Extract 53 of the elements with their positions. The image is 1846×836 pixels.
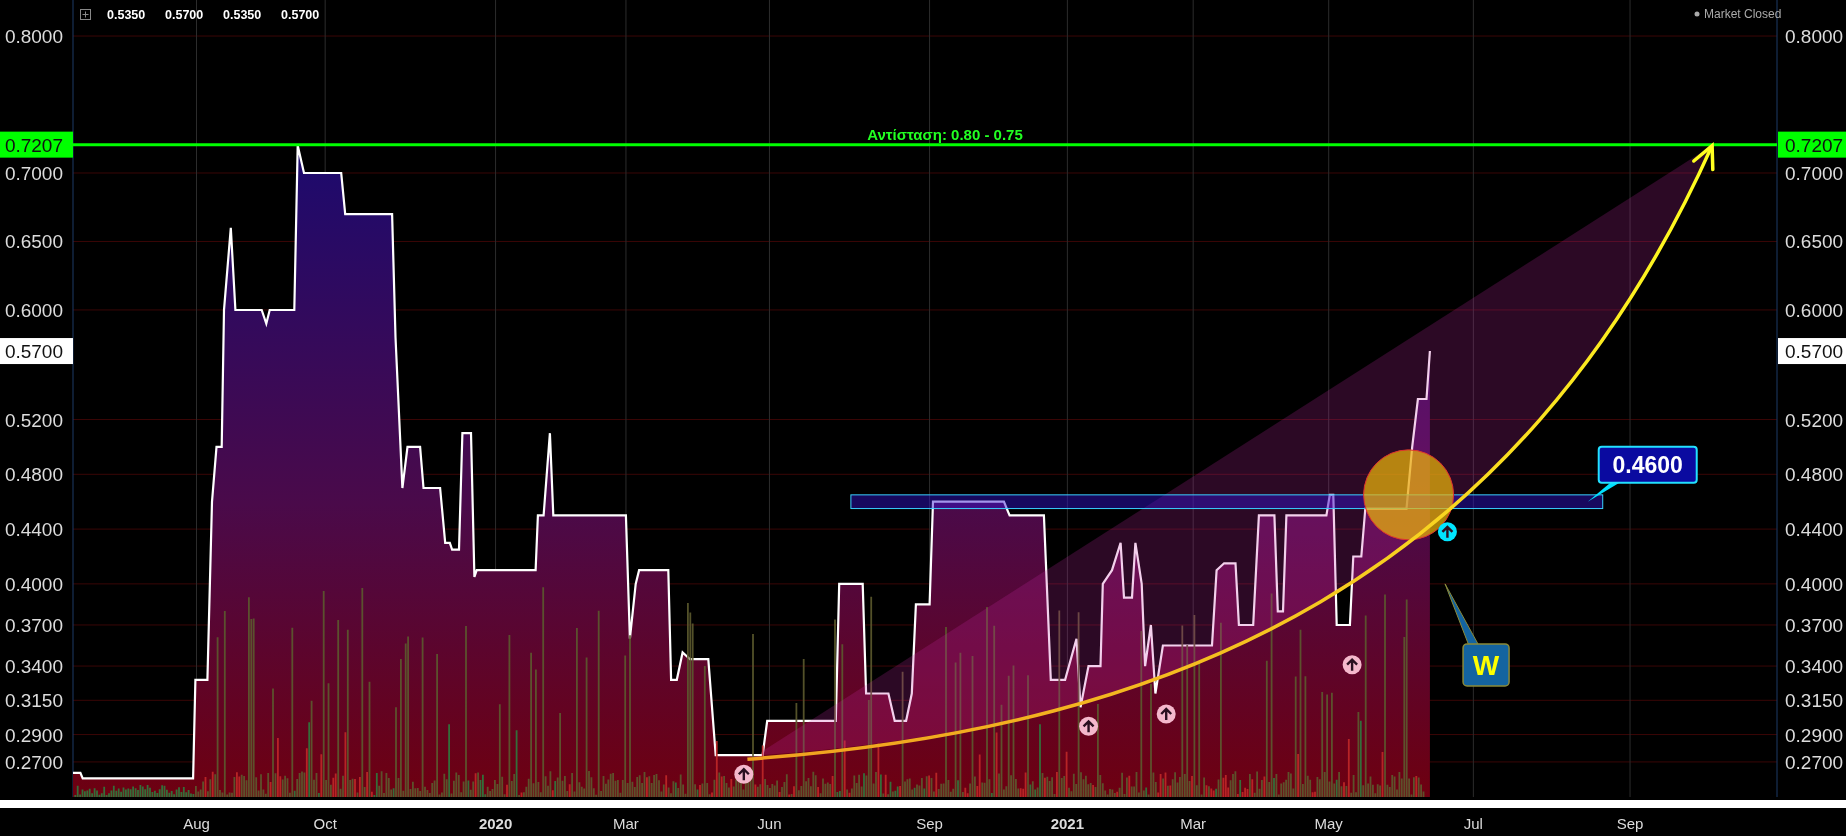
date-axis-label: 2020 [478,815,513,832]
price-axis-label: 0.2900 [4,724,63,746]
price-axis-label: 0.6500 [1785,231,1844,253]
price-axis-label: 0.4800 [1785,464,1844,486]
last-price-tag: 0.5700 [1778,338,1846,365]
date-axis-label: May [1314,815,1343,832]
resistance-price-tag: 0.7207 [0,131,73,158]
price-axis-label: 0.3400 [4,656,63,678]
date-axis-label: Mar [1180,815,1207,832]
price-axis-label: 0.6000 [4,299,63,321]
price-axis-label: 0.2700 [4,751,63,773]
price-axis-label: 0.2900 [1785,724,1844,746]
price-axis-label: 0.3150 [4,690,63,712]
ohlc-value: 0.5350 [223,8,262,22]
ohlc-value: 0.5350 [107,8,146,22]
price-axis-label: 0.6500 [4,231,63,253]
date-axis-label: Jul [1463,815,1483,832]
resistance-price-tag: 0.7207 [1778,131,1846,158]
date-axis-label: 2021 [1050,815,1085,832]
status-dot-icon [1694,11,1700,17]
resistance-label: Αντίσταση: 0.80 - 0.75 [867,125,1023,143]
date-axis-label: Aug [183,815,210,832]
plus-square-icon[interactable] [80,9,91,20]
date-axis-label: Mar [613,815,639,832]
date-axis-label: Sep [1616,815,1644,832]
up-arrow-icon [734,764,754,784]
price-axis-label: 0.3150 [1785,690,1844,712]
price-axis-label: 0.8000 [4,26,63,47]
price-axis-label: 0.3700 [4,614,63,636]
price-axis-label: 0.3700 [1785,614,1844,636]
price-axis-label: 0.5200 [1785,409,1844,431]
market-status-text: Market Closed [1704,7,1782,21]
price-axis-label: 0.3400 [1785,656,1844,678]
price-axis-label: 0.6000 [1785,299,1844,321]
price-axis-label: 0.5200 [4,409,63,431]
price-axis-label: 0.4000 [1785,573,1844,595]
price-axis-label: 0.2700 [1785,751,1844,773]
price-axis-label: 0.4800 [4,464,63,486]
date-axis-label: Jun [757,815,782,832]
price-axis-label: 0.7000 [4,163,63,184]
price-axis-label: 0.4000 [4,573,63,595]
date-axis-label: Sep [916,815,943,832]
date-axis-label: Oct [313,815,337,832]
price-axis-label: 0.4400 [1785,519,1844,541]
price-axis-label: 0.8000 [1785,26,1844,47]
last-price-tag: 0.5700 [0,338,73,365]
price-axis-label: 0.4400 [4,519,63,541]
price-axis-label: 0.7000 [1785,163,1844,184]
up-arrow-icon [1342,655,1362,675]
price-callout: 0.4600 [1587,445,1698,502]
ohlc-value: 0.5700 [281,8,320,22]
ohlc-value: 0.5700 [165,8,204,22]
wave-callout: W [1444,583,1510,687]
